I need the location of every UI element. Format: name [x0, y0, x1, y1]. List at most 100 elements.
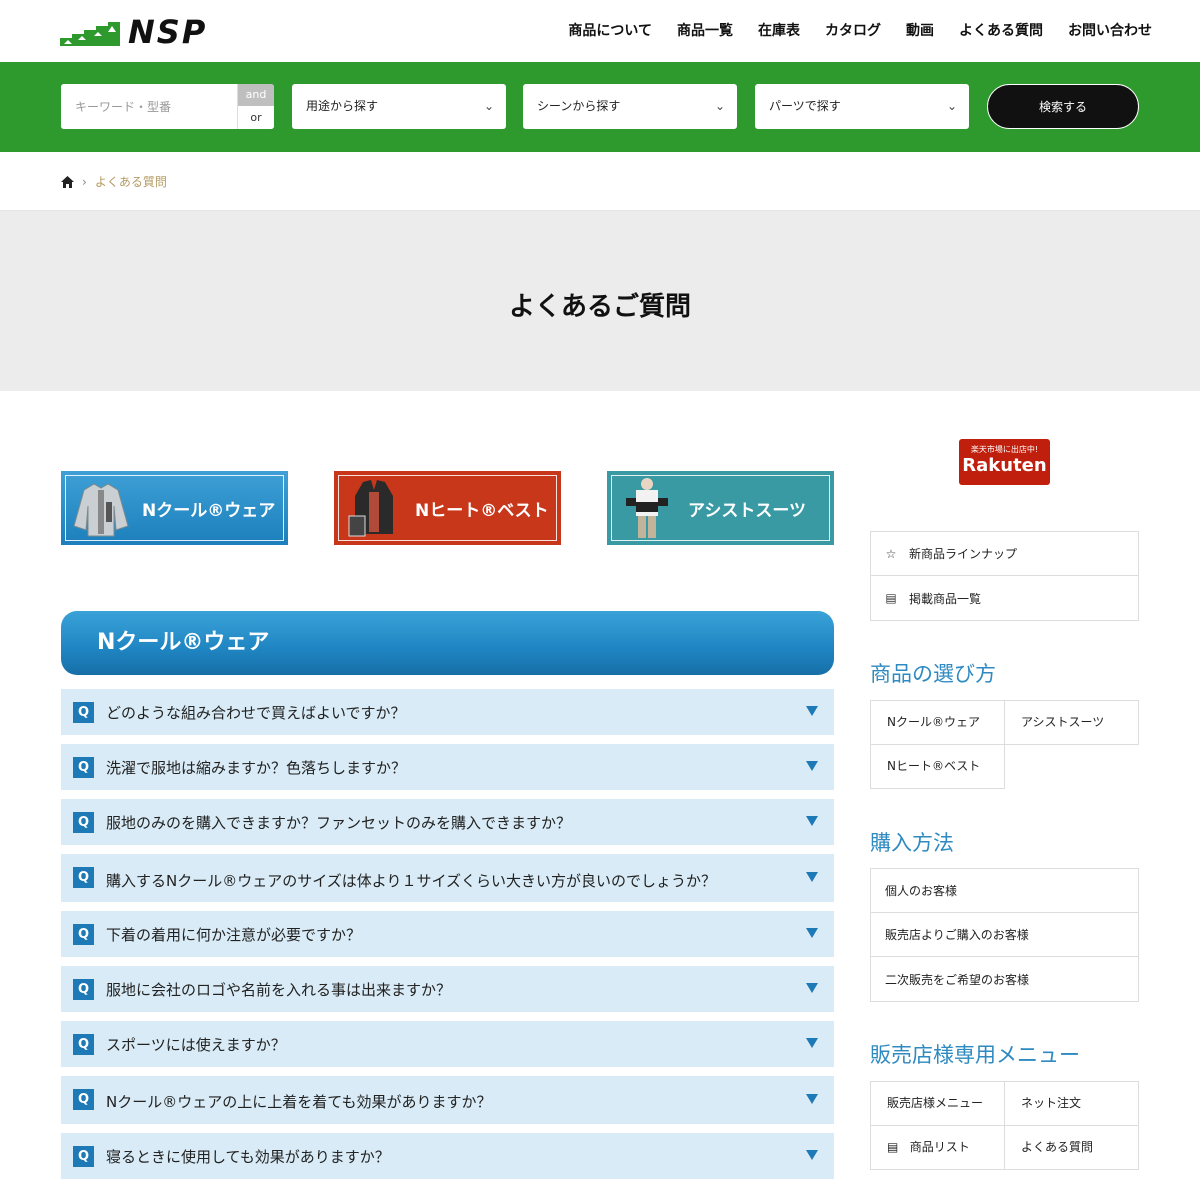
logo-text: NSP — [128, 13, 208, 51]
sidebar-item-product-list[interactable]: ▤ 掲載商品一覧 — [871, 576, 1138, 620]
nav-faq[interactable]: よくある質問 — [959, 20, 1043, 40]
faq-item[interactable]: Q 服地に会社のロゴや名前を入れる事は出来ますか？ — [61, 966, 834, 1012]
faq-question: 洗濯で服地は縮みますか？色落ちしますか？ — [106, 759, 407, 777]
dealer-product-list-label: 商品リスト — [909, 1140, 970, 1154]
faq-item[interactable]: Q どのような組み合わせで買えばよいですか？ — [61, 689, 834, 735]
dealer-heading: 販売店様専用メニュー — [870, 1043, 1080, 1067]
banner-label: Nヒート®ベスト — [415, 500, 549, 521]
star-icon: ☆ — [885, 546, 897, 561]
nav-products-list[interactable]: 商品一覧 — [677, 20, 733, 40]
faq-question: 寝るときに使用しても効果がありますか？ — [106, 1148, 390, 1166]
purchase-resale[interactable]: 二次販売をご希望のお客様 — [871, 957, 1138, 1001]
page-title-band: よくあるご質問 — [0, 211, 1200, 391]
banner-label: Nクール®ウェア — [142, 500, 276, 521]
breadcrumb-separator-icon: › — [82, 174, 87, 189]
dealer-grid: 販売店様メニュー ネット注文 ▤ 商品リスト よくある質問 — [870, 1081, 1139, 1171]
sidebar-links: ☆ 新商品ラインナップ ▤ 掲載商品一覧 — [870, 531, 1139, 621]
nav-contact[interactable]: お問い合わせ — [1068, 20, 1152, 40]
usage-select-label: 用途から探す — [306, 99, 379, 113]
question-mark-icon: Q — [73, 1146, 94, 1167]
breadcrumb-current: よくある質問 — [94, 175, 167, 189]
choose-nheat-vest[interactable]: Nヒート®ベスト — [870, 744, 1005, 789]
faq-question: スポーツには使えますか？ — [106, 1036, 286, 1054]
faq-question: 購入するNクール®ウェアのサイズは体より１サイズくらい大きい方が良いのでしょうか… — [106, 872, 717, 890]
faq-item[interactable]: Q 購入するNクール®ウェアのサイズは体より１サイズくらい大きい方が良いのでしょ… — [61, 854, 834, 902]
faq-question: どのような組み合わせで買えばよいですか？ — [106, 704, 406, 722]
question-mark-icon: Q — [73, 924, 94, 945]
banner-label: アシストスーツ — [688, 500, 806, 521]
purchase-heading: 購入方法 — [870, 831, 954, 855]
choose-ncool-wear[interactable]: Nクール®ウェア — [870, 700, 1005, 745]
rakuten-logo: Rakuten — [962, 455, 1047, 476]
banner-ncool-wear[interactable]: Nクール®ウェア — [61, 471, 288, 545]
question-mark-icon: Q — [73, 702, 94, 723]
triangle-down-icon[interactable] — [806, 1150, 818, 1160]
dealer-product-list[interactable]: ▤ 商品リスト — [870, 1125, 1005, 1170]
or-option[interactable]: or — [238, 106, 274, 129]
question-mark-icon: Q — [73, 1034, 94, 1055]
choose-grid: Nクール®ウェア アシストスーツ Nヒート®ベスト — [870, 700, 1139, 790]
purchase-individual[interactable]: 個人のお客様 — [871, 869, 1138, 913]
usage-select[interactable]: 用途から探す ⌄ — [292, 84, 506, 129]
sidebar-item-label: 新商品ラインナップ — [909, 547, 1018, 561]
faq-item[interactable]: Q 寝るときに使用しても効果がありますか？ — [61, 1133, 834, 1179]
triangle-down-icon[interactable] — [806, 706, 818, 716]
and-option[interactable]: and — [238, 84, 274, 106]
purchase-links: 個人のお客様 販売店よりご購入のお客様 二次販売をご希望のお客様 — [870, 868, 1139, 1002]
dealer-faq[interactable]: よくある質問 — [1004, 1125, 1139, 1170]
site-logo[interactable]: NSP — [60, 13, 260, 51]
triangle-down-icon[interactable] — [806, 983, 818, 993]
rakuten-tagline: 楽天市場に出店中! — [970, 445, 1039, 454]
document-icon: ▤ — [885, 591, 897, 605]
search-bar: and or 用途から探す ⌄ シーンから探す ⌄ パーツで探す ⌄ 検索する — [0, 62, 1200, 152]
faq-item[interactable]: Q 洗濯で服地は縮みますか？色落ちしますか？ — [61, 744, 834, 790]
question-mark-icon: Q — [73, 812, 94, 833]
faq-item[interactable]: Q 下着の着用に何か注意が必要ですか？ — [61, 911, 834, 957]
faq-item[interactable]: Q 服地のみのを購入できますか？ファンセットのみを購入できますか？ — [61, 799, 834, 845]
assist-suit-image-icon — [626, 478, 668, 538]
faq-item[interactable]: Q Nクール®ウェアの上に上着を着ても効果がありますか？ — [61, 1076, 834, 1124]
triangle-down-icon[interactable] — [806, 761, 818, 771]
choose-heading: 商品の選び方 — [870, 662, 996, 686]
purchase-via-dealer[interactable]: 販売店よりご購入のお客様 — [871, 913, 1138, 957]
sidebar-item-new-lineup[interactable]: ☆ 新商品ラインナップ — [871, 532, 1138, 576]
scene-select[interactable]: シーンから探す ⌄ — [523, 84, 737, 129]
chevron-down-icon: ⌄ — [483, 99, 494, 113]
home-icon[interactable] — [61, 175, 74, 188]
rakuten-banner[interactable]: 楽天市場に出店中! Rakuten — [959, 439, 1050, 485]
faq-question: 服地に会社のロゴや名前を入れる事は出来ますか？ — [106, 981, 452, 999]
triangle-down-icon[interactable] — [806, 816, 818, 826]
faq-question: 服地のみのを購入できますか？ファンセットのみを購入できますか？ — [106, 814, 572, 832]
banner-nheat-vest[interactable]: Nヒート®ベスト — [334, 471, 561, 545]
question-mark-icon: Q — [73, 1089, 94, 1110]
dealer-menu[interactable]: 販売店様メニュー — [870, 1081, 1005, 1126]
faq-item[interactable]: Q スポーツには使えますか？ — [61, 1021, 834, 1067]
global-nav: 商品について 商品一覧 在庫表 カタログ 動画 よくある質問 お問い合わせ — [568, 20, 1152, 40]
logo-mark-icon — [60, 22, 120, 46]
choose-assist-suit[interactable]: アシストスーツ — [1004, 700, 1139, 745]
and-or-toggle: and or — [237, 84, 274, 129]
chevron-down-icon: ⌄ — [714, 99, 725, 113]
banner-assist-suit[interactable]: アシストスーツ — [607, 471, 834, 545]
keyword-box: and or — [61, 84, 274, 129]
triangle-down-icon[interactable] — [806, 1094, 818, 1104]
jacket-image-icon — [73, 483, 129, 537]
sidebar-item-label: 掲載商品一覧 — [909, 591, 982, 606]
breadcrumb: › よくある質問 — [61, 173, 167, 190]
dealer-net-order[interactable]: ネット注文 — [1004, 1081, 1139, 1126]
question-mark-icon: Q — [73, 867, 94, 888]
faq-section-title: Nクール®ウェア — [61, 611, 834, 675]
triangle-down-icon[interactable] — [806, 1038, 818, 1048]
nav-catalog[interactable]: カタログ — [825, 20, 881, 40]
parts-select-label: パーツで探す — [769, 99, 841, 113]
nav-products-about[interactable]: 商品について — [568, 20, 652, 40]
triangle-down-icon[interactable] — [806, 928, 818, 938]
faq-question: 下着の着用に何か注意が必要ですか？ — [106, 926, 362, 944]
keyword-input[interactable] — [61, 84, 237, 129]
nav-video[interactable]: 動画 — [906, 20, 934, 40]
chevron-down-icon: ⌄ — [946, 99, 957, 113]
nav-stock[interactable]: 在庫表 — [758, 20, 800, 40]
triangle-down-icon[interactable] — [806, 872, 818, 882]
search-button[interactable]: 検索する — [987, 84, 1139, 129]
parts-select[interactable]: パーツで探す ⌄ — [755, 84, 969, 129]
